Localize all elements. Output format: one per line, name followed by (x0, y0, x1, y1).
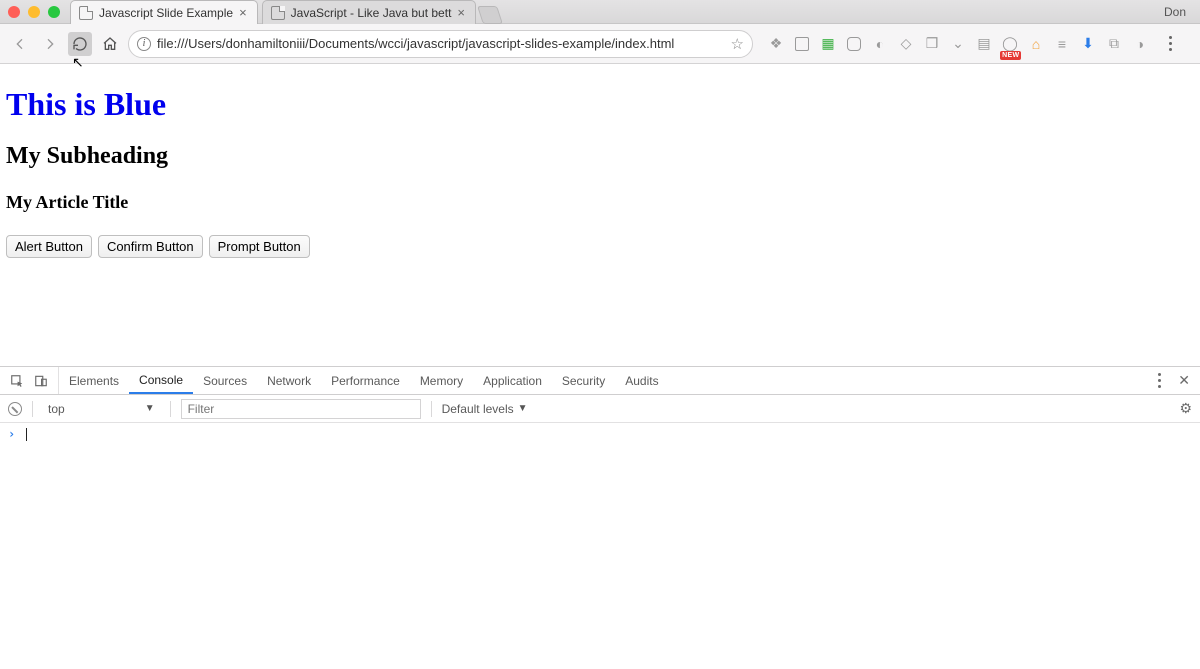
browser-tab-2[interactable]: JavaScript - Like Java but bett × (262, 0, 476, 24)
page-button-row: Alert Button Confirm Button Prompt Butto… (6, 235, 1194, 258)
separator (170, 401, 171, 417)
extension-icon-12[interactable]: ≡ (1053, 35, 1071, 53)
levels-label: Default levels (442, 402, 514, 416)
devtools-tab-performance[interactable]: Performance (321, 367, 410, 394)
window-minimize-button[interactable] (28, 6, 40, 18)
devtools-tab-elements[interactable]: Elements (59, 367, 129, 394)
console-settings-icon[interactable]: ⚙ (1179, 400, 1192, 417)
extension-icon-13[interactable]: ⬇ (1079, 35, 1097, 53)
extension-icon-1[interactable]: ❖ (767, 35, 785, 53)
console-filter-input[interactable] (181, 399, 421, 419)
confirm-button[interactable]: Confirm Button (98, 235, 203, 258)
page-icon (79, 6, 93, 20)
page-heading-3: My Article Title (6, 192, 1194, 213)
forward-button[interactable] (38, 32, 62, 56)
extension-icon-5[interactable]: ◐ (871, 35, 889, 53)
console-toolbar: top ▼ Default levels ▼ ⚙ (0, 395, 1200, 423)
inspect-element-icon[interactable] (10, 374, 24, 388)
separator (32, 401, 33, 417)
extension-icon-2[interactable] (793, 35, 811, 53)
devtools-leading-controls (0, 367, 59, 394)
devtools-tabstrip: Elements Console Sources Network Perform… (0, 367, 1200, 395)
tab-strip: Javascript Slide Example × JavaScript - … (70, 0, 500, 24)
page-heading-2: My Subheading (6, 143, 1194, 170)
tab-title: Javascript Slide Example (99, 6, 233, 20)
extension-icon-6[interactable]: ◇ (897, 35, 915, 53)
chevron-down-icon: ▼ (145, 403, 155, 414)
alert-button[interactable]: Alert Button (6, 235, 92, 258)
devtools-tab-security[interactable]: Security (552, 367, 615, 394)
window-close-button[interactable] (8, 6, 20, 18)
devtools-tab-application[interactable]: Application (473, 367, 552, 394)
window-traffic-lights (8, 6, 60, 18)
tab-close-icon[interactable]: × (239, 5, 247, 20)
site-info-icon[interactable]: i (137, 37, 151, 51)
prompt-button[interactable]: Prompt Button (209, 235, 310, 258)
extension-icon-8[interactable]: ⌄ (949, 35, 967, 53)
device-toolbar-icon[interactable] (34, 374, 48, 388)
window-titlebar: Javascript Slide Example × JavaScript - … (0, 0, 1200, 24)
devtools-tab-sources[interactable]: Sources (193, 367, 257, 394)
extension-icon-10[interactable]: ◯ (1001, 35, 1019, 53)
tab-title: JavaScript - Like Java but bett (291, 6, 452, 20)
extension-icons: ❖ ▦ ◐ ◇ ❒ ⌄ ▤ ◯ ⌂ ≡ ⬇ ⧉ ◑ (767, 35, 1149, 53)
log-levels-selector[interactable]: Default levels ▼ (442, 402, 528, 416)
home-button[interactable] (98, 32, 122, 56)
page-viewport: This is Blue My Subheading My Article Ti… (0, 64, 1200, 366)
extension-icon-15[interactable]: ◑ (1131, 35, 1149, 53)
extension-icon-9[interactable]: ▤ (975, 35, 993, 53)
devtools-tab-memory[interactable]: Memory (410, 367, 473, 394)
devtools-menu-button[interactable] (1150, 373, 1168, 388)
text-cursor (26, 428, 27, 441)
devtools-tab-network[interactable]: Network (257, 367, 321, 394)
url-text: file:///Users/donhamiltoniii/Documents/w… (157, 36, 725, 51)
separator (431, 401, 432, 417)
extension-icon-7[interactable]: ❒ (923, 35, 941, 53)
tab-close-icon[interactable]: × (457, 5, 465, 20)
address-bar[interactable]: i file:///Users/donhamiltoniii/Documents… (128, 30, 753, 58)
reload-button[interactable] (68, 32, 92, 56)
devtools-panel: Elements Console Sources Network Perform… (0, 366, 1200, 669)
bookmark-star-icon[interactable]: ☆ (731, 35, 744, 53)
extension-icon-3[interactable]: ▦ (819, 35, 837, 53)
page-heading-1: This is Blue (6, 86, 1194, 123)
console-output[interactable]: › (0, 423, 1200, 669)
clear-console-icon[interactable] (8, 402, 22, 416)
context-label: top (48, 402, 65, 416)
extension-icon-14[interactable]: ⧉ (1105, 35, 1123, 53)
extension-icon-11[interactable]: ⌂ (1027, 35, 1045, 53)
browser-tab-1[interactable]: Javascript Slide Example × (70, 0, 258, 24)
extension-icon-4[interactable] (845, 35, 863, 53)
page-icon (271, 6, 285, 20)
console-prompt-caret: › (8, 427, 15, 441)
devtools-close-button[interactable]: ✕ (1178, 372, 1190, 389)
new-tab-button[interactable] (477, 6, 503, 24)
devtools-tab-audits[interactable]: Audits (615, 367, 668, 394)
devtools-tab-console[interactable]: Console (129, 367, 193, 394)
window-zoom-button[interactable] (48, 6, 60, 18)
chevron-down-icon: ▼ (518, 403, 528, 414)
browser-menu-button[interactable] (1161, 36, 1179, 51)
back-button[interactable] (8, 32, 32, 56)
context-selector[interactable]: top ▼ (43, 399, 160, 419)
browser-toolbar: i file:///Users/donhamiltoniii/Documents… (0, 24, 1200, 64)
profile-name[interactable]: Don (1164, 5, 1192, 19)
